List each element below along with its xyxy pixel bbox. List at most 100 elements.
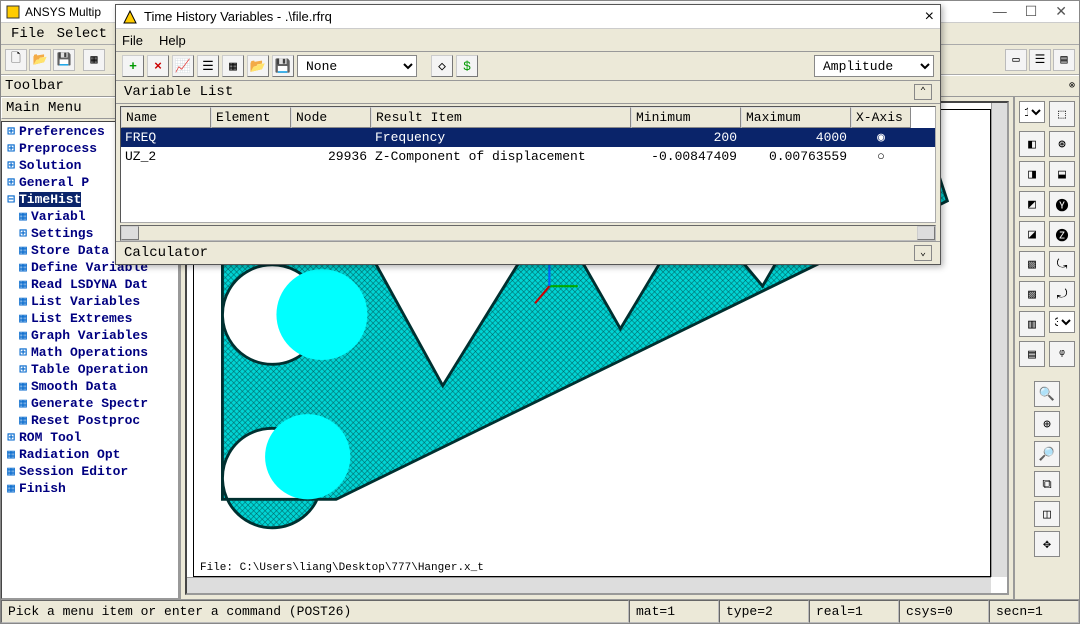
zoom-fit-icon[interactable]: 🔍 bbox=[1034, 381, 1060, 407]
xaxis-radio[interactable]: ◉ bbox=[851, 128, 911, 147]
dialog-titlebar[interactable]: Time History Variables - .\file.rfrq × bbox=[116, 5, 940, 29]
toolbar-right-2-icon[interactable]: ☰ bbox=[1029, 49, 1051, 71]
export-button[interactable]: 💾 bbox=[272, 55, 294, 77]
status-real: real=1 bbox=[809, 600, 899, 623]
maximize-button[interactable]: ☐ bbox=[1025, 3, 1038, 20]
zoom-out-icon[interactable]: 🔎 bbox=[1034, 441, 1060, 467]
tree-item[interactable]: ⊞ROM Tool bbox=[3, 429, 177, 446]
tree-item-label: Finish bbox=[19, 481, 66, 496]
import-button[interactable]: 📂 bbox=[247, 55, 269, 77]
iso-icon[interactable]: ⬚ bbox=[1049, 101, 1075, 127]
add-variable-button[interactable]: + bbox=[122, 55, 144, 77]
view-aux-6-icon[interactable]: ⤾ bbox=[1049, 281, 1075, 307]
toolbar-collapse-icon[interactable]: ⊗ bbox=[1069, 80, 1075, 92]
tree-item[interactable]: ▦Graph Variables bbox=[3, 327, 177, 344]
menu-file[interactable]: File bbox=[5, 26, 51, 42]
right-select-mid[interactable]: 3 bbox=[1049, 311, 1075, 333]
view-aux-5-icon[interactable]: ⤿ bbox=[1049, 251, 1075, 277]
col-min[interactable]: Minimum bbox=[631, 107, 741, 128]
variable-row[interactable]: UZ_229936Z-Component of displacement-0.0… bbox=[121, 147, 935, 166]
cell-max: 4000 bbox=[741, 128, 851, 147]
toolbar-right-3-icon[interactable]: ▤ bbox=[1053, 49, 1075, 71]
tree-glyph-icon: ▦ bbox=[5, 464, 17, 479]
view-cube-4-icon[interactable]: ◪ bbox=[1019, 221, 1045, 247]
tree-item-label: List Variables bbox=[31, 294, 140, 309]
col-name[interactable]: Name bbox=[121, 107, 211, 128]
tree-item[interactable]: ⊞Table Operation bbox=[3, 361, 177, 378]
col-xaxis[interactable]: X-Axis bbox=[851, 107, 911, 128]
tree-item[interactable]: ▦List Extremes bbox=[3, 310, 177, 327]
list-button[interactable]: ☰ bbox=[197, 55, 219, 77]
tree-item-label: Smooth Data bbox=[31, 379, 117, 394]
toolbar-icon[interactable]: ▦ bbox=[83, 49, 105, 71]
view-cube-7-icon[interactable]: ▥ bbox=[1019, 311, 1045, 337]
pan-icon[interactable]: ✥ bbox=[1034, 531, 1060, 557]
viewport-scroll-v[interactable] bbox=[991, 103, 1007, 577]
minimize-button[interactable]: — bbox=[993, 3, 1007, 20]
tree-item[interactable]: ▦Radiation Opt bbox=[3, 446, 177, 463]
right-select-top[interactable]: 1 bbox=[1019, 101, 1045, 123]
tree-glyph-icon: ▦ bbox=[5, 481, 17, 496]
overlay-select[interactable]: None bbox=[297, 55, 417, 77]
variable-table-scrollbar[interactable] bbox=[120, 225, 936, 241]
dialog-menu-help[interactable]: Help bbox=[159, 33, 186, 48]
variable-list-collapse-icon[interactable]: ⌃ bbox=[914, 84, 932, 100]
menu-select[interactable]: Select bbox=[51, 26, 113, 42]
view-cube-5-icon[interactable]: ▧ bbox=[1019, 251, 1045, 277]
refresh-button[interactable]: $ bbox=[456, 55, 478, 77]
tree-item[interactable]: ⊞Math Operations bbox=[3, 344, 177, 361]
tree-glyph-icon: ▦ bbox=[17, 328, 29, 343]
tree-item[interactable]: ▦Reset Postproc bbox=[3, 412, 177, 429]
cell-name: FREQ bbox=[121, 128, 211, 147]
col-element[interactable]: Element bbox=[211, 107, 291, 128]
col-max[interactable]: Maximum bbox=[741, 107, 851, 128]
dialog-menu-file[interactable]: File bbox=[122, 33, 143, 48]
view-aux-3-icon[interactable]: 🅨 bbox=[1049, 191, 1075, 217]
view-aux-1-icon[interactable]: ⊛ bbox=[1049, 131, 1075, 157]
zoom-window-icon[interactable]: ⧉ bbox=[1034, 471, 1060, 497]
tree-item-label: Settings bbox=[31, 226, 93, 241]
tree-item[interactable]: ▦Finish bbox=[3, 480, 177, 497]
view-cube-2-icon[interactable]: ◨ bbox=[1019, 161, 1045, 187]
toolbar-right-1-icon[interactable]: ▭ bbox=[1005, 49, 1027, 71]
view-cube-8-icon[interactable]: ▤ bbox=[1019, 341, 1045, 367]
viewport-scroll-h[interactable] bbox=[187, 577, 991, 593]
tree-item-label: Generate Spectr bbox=[31, 396, 148, 411]
open-icon[interactable]: 📂 bbox=[29, 49, 51, 71]
tree-item[interactable]: ▦Generate Spectr bbox=[3, 395, 177, 412]
zoom-box-icon[interactable]: ◫ bbox=[1034, 501, 1060, 527]
display-select[interactable]: Amplitude bbox=[814, 55, 934, 77]
variable-row[interactable]: FREQFrequency2004000◉ bbox=[121, 128, 935, 147]
col-node[interactable]: Node bbox=[291, 107, 371, 128]
tree-item[interactable]: ▦Read LSDYNA Dat bbox=[3, 276, 177, 293]
col-result[interactable]: Result Item bbox=[371, 107, 631, 128]
graph-button[interactable]: 📈 bbox=[172, 55, 194, 77]
tree-glyph-icon: ⊞ bbox=[5, 430, 17, 445]
tree-item[interactable]: ▦List Variables bbox=[3, 293, 177, 310]
view-cube-6-icon[interactable]: ▨ bbox=[1019, 281, 1045, 307]
tree-glyph-icon: ▦ bbox=[17, 413, 29, 428]
tree-item-label: Radiation Opt bbox=[19, 447, 120, 462]
tree-item-label: List Extremes bbox=[31, 311, 132, 326]
delete-variable-button[interactable]: × bbox=[147, 55, 169, 77]
view-aux-2-icon[interactable]: ⬓ bbox=[1049, 161, 1075, 187]
tree-glyph-icon: ⊞ bbox=[5, 141, 17, 156]
view-aux-8-icon[interactable]: ᵠ bbox=[1049, 341, 1075, 367]
clear-button[interactable]: ◇ bbox=[431, 55, 453, 77]
view-cube-1-icon[interactable]: ◧ bbox=[1019, 131, 1045, 157]
tree-item-label: Preprocess bbox=[19, 141, 97, 156]
cell-name: UZ_2 bbox=[121, 147, 211, 166]
save-icon[interactable]: 💾 bbox=[53, 49, 75, 71]
dialog-close-button[interactable]: × bbox=[925, 8, 934, 26]
zoom-in-icon[interactable]: ⊕ bbox=[1034, 411, 1060, 437]
close-button[interactable]: ✕ bbox=[1055, 3, 1067, 20]
dialog-logo-icon bbox=[122, 9, 138, 25]
calculator-collapse-icon[interactable]: ⌄ bbox=[914, 245, 932, 261]
properties-button[interactable]: ▦ bbox=[222, 55, 244, 77]
tree-item[interactable]: ▦Smooth Data bbox=[3, 378, 177, 395]
view-aux-4-icon[interactable]: 🅩 bbox=[1049, 221, 1075, 247]
new-icon[interactable]: 🗋 bbox=[5, 49, 27, 71]
tree-item[interactable]: ▦Session Editor bbox=[3, 463, 177, 480]
xaxis-radio[interactable]: ○ bbox=[851, 147, 911, 166]
view-cube-3-icon[interactable]: ◩ bbox=[1019, 191, 1045, 217]
